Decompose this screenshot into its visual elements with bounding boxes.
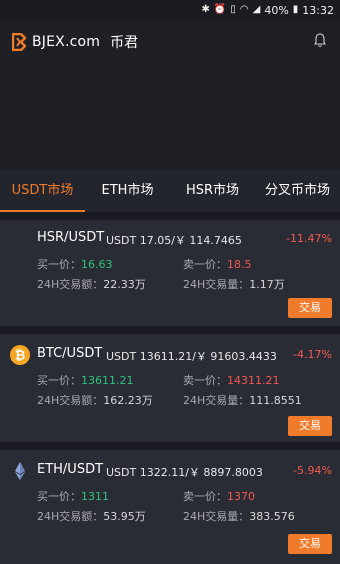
app-header: BJEX.com 币君 xyxy=(0,22,340,170)
buy-price: 16.63 xyxy=(81,258,113,271)
battery-level: 40% xyxy=(264,3,289,17)
buy-price: 13611.21 xyxy=(81,374,134,387)
volume-amount-label: 24H交易额： xyxy=(37,510,104,523)
app-name: BJEX.com xyxy=(32,34,101,50)
pair-name: HSR/USDT xyxy=(37,230,105,245)
price-change: -11.47% xyxy=(286,232,332,245)
app-logo: BJEX.com 币君 xyxy=(12,32,138,52)
pair-name: ETH/USDT xyxy=(37,462,104,477)
buy-price-row: 买一价：1311 xyxy=(37,488,109,504)
volume-amount-row: 24H交易额：22.33万 xyxy=(37,276,146,292)
bjex-logo-icon xyxy=(12,33,26,51)
battery-icon: ▮ xyxy=(292,4,299,15)
status-icons: ✱ ⏰ ▯ ◠ ◢ 40% ▮ 13:32 xyxy=(202,3,334,17)
volume-qty: 111.8551 xyxy=(249,394,302,407)
pair-price: USDT 17.05/￥ 114.7465 xyxy=(106,234,242,247)
sell-price: 18.5 xyxy=(227,258,252,271)
volume-qty-label: 24H交易量： xyxy=(183,394,250,407)
vibrate-icon: ▯ xyxy=(230,4,236,15)
volume-amount: 53.95万 xyxy=(103,510,146,523)
sell-price-row: 卖一价：1370 xyxy=(183,488,255,504)
volume-qty-label: 24H交易量： xyxy=(183,278,250,291)
pair-name: BTC/USDT xyxy=(37,346,103,361)
market-card-eth[interactable]: ETH/USDT USDT 1322.11/￥ 8897.8003 -5.94%… xyxy=(0,450,340,564)
trade-button[interactable]: 交易 xyxy=(288,534,332,554)
volume-amount: 162.23万 xyxy=(103,394,153,407)
volume-amount-label: 24H交易额： xyxy=(37,394,104,407)
volume-amount-row: 24H交易额：162.23万 xyxy=(37,392,153,408)
signal-icon: ◢ xyxy=(252,4,261,15)
volume-qty-row: 24H交易量：383.576 xyxy=(183,508,295,524)
sell-price-label: 卖一价： xyxy=(183,374,227,387)
tab-hsr-market[interactable]: HSR市场 xyxy=(170,170,255,212)
wifi-icon: ◠ xyxy=(239,4,249,15)
bluetooth-icon: ✱ xyxy=(201,4,210,15)
sell-price: 14311.21 xyxy=(227,374,280,387)
app-name-cn: 币君 xyxy=(110,35,139,51)
bell-icon[interactable] xyxy=(312,32,328,48)
pair-price: USDT 1322.11/￥ 8897.8003 xyxy=(106,466,263,479)
volume-qty: 383.576 xyxy=(249,510,295,523)
tab-fork-market[interactable]: 分叉币市场 xyxy=(255,170,340,212)
buy-price-row: 买一价：16.63 xyxy=(37,256,113,272)
trade-button[interactable]: 交易 xyxy=(288,298,332,318)
volume-amount: 22.33万 xyxy=(103,278,146,291)
market-tabs: USDT市场 ETH市场 HSR市场 分叉币市场 xyxy=(0,170,340,212)
status-bar: ✱ ⏰ ▯ ◠ ◢ 40% ▮ 13:32 xyxy=(0,0,340,22)
buy-price-label: 买一价： xyxy=(37,258,81,271)
market-card-hsr[interactable]: HSR/USDT USDT 17.05/￥ 114.7465 -11.47% 买… xyxy=(0,220,340,326)
volume-qty-label: 24H交易量： xyxy=(183,510,250,523)
buy-price: 1311 xyxy=(81,490,109,503)
price-change: -5.94% xyxy=(293,464,332,477)
buy-price-row: 买一价：13611.21 xyxy=(37,372,134,388)
buy-price-label: 买一价： xyxy=(37,490,81,503)
active-tab-indicator xyxy=(0,210,85,212)
volume-qty: 1.17万 xyxy=(249,278,285,291)
trade-button[interactable]: 交易 xyxy=(288,416,332,436)
market-card-btc[interactable]: ₿ BTC/USDT USDT 13611.21/￥ 91603.4433 -4… xyxy=(0,334,340,442)
sell-price: 1370 xyxy=(227,490,255,503)
svg-text:₿: ₿ xyxy=(15,349,26,364)
alarm-icon: ⏰ xyxy=(213,4,227,15)
buy-price-label: 买一价： xyxy=(37,374,81,387)
ethereum-icon xyxy=(15,462,25,480)
volume-qty-row: 24H交易量：1.17万 xyxy=(183,276,285,292)
tab-eth-market[interactable]: ETH市场 xyxy=(85,170,170,212)
status-time: 13:32 xyxy=(302,3,334,17)
sell-price-label: 卖一价： xyxy=(183,490,227,503)
pair-price: USDT 13611.21/￥ 91603.4433 xyxy=(106,350,277,363)
price-change: -4.17% xyxy=(293,348,332,361)
volume-amount-label: 24H交易额： xyxy=(37,278,104,291)
tab-usdt-market[interactable]: USDT市场 xyxy=(0,170,85,212)
bitcoin-icon: ₿ xyxy=(10,345,30,365)
volume-qty-row: 24H交易量：111.8551 xyxy=(183,392,302,408)
sell-price-row: 卖一价：18.5 xyxy=(183,256,252,272)
sell-price-row: 卖一价：14311.21 xyxy=(183,372,280,388)
sell-price-label: 卖一价： xyxy=(183,258,227,271)
volume-amount-row: 24H交易额：53.95万 xyxy=(37,508,146,524)
